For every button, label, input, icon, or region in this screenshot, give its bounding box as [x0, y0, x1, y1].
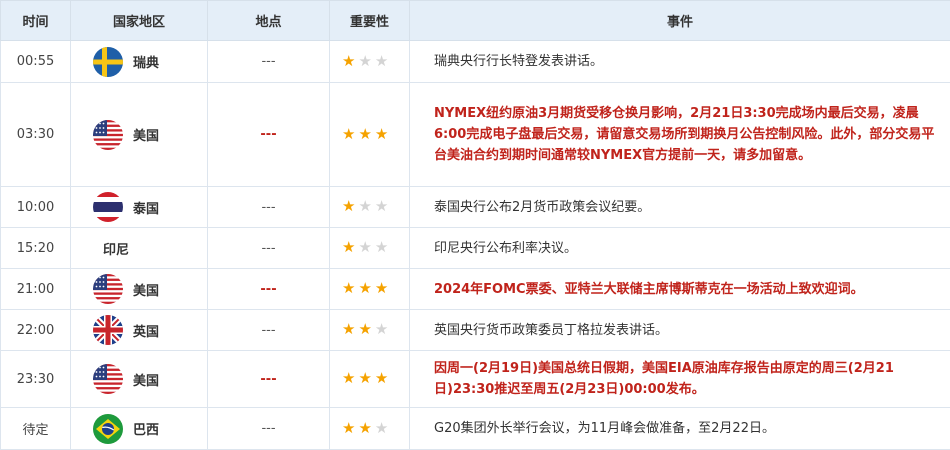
- country-name: 英国: [133, 324, 160, 340]
- event-description: 瑞典央行行长特登发表讲话。: [409, 40, 950, 83]
- country-name: 泰国: [133, 201, 160, 217]
- event-time: 03:30: [0, 82, 71, 187]
- event-location: ---: [207, 268, 330, 310]
- star-filled-icon: ★: [342, 197, 356, 215]
- event-description: G20集团外长举行会议，为11月峰会做准备，至2月22日。: [409, 407, 950, 450]
- event-time: 待定: [0, 407, 71, 450]
- star-filled-icon: ★: [374, 369, 389, 387]
- star-filled-icon: ★: [358, 320, 372, 338]
- event-time: 23:30: [0, 350, 71, 408]
- usa-flag-icon: [93, 119, 123, 150]
- star-empty-icon: ★: [358, 51, 372, 70]
- table-row[interactable]: 22:00 英国 --- ★ ★ ★ 英国央行货币政策委员丁格拉发表讲话。: [0, 309, 950, 351]
- event-location: ---: [207, 350, 330, 408]
- header-importance: 重要性: [329, 0, 410, 41]
- event-time: 21:00: [0, 268, 71, 310]
- sweden-flag-icon: [93, 46, 123, 77]
- uk-flag-icon: [93, 315, 123, 345]
- event-location: ---: [207, 40, 330, 83]
- usa-flag-icon: [93, 274, 123, 304]
- event-location: ---: [207, 227, 330, 269]
- event-location: ---: [207, 309, 330, 351]
- header-event: 事件: [409, 0, 950, 41]
- country-name: 美国: [133, 283, 160, 299]
- importance-rating: ★ ★ ★: [329, 186, 410, 228]
- star-filled-icon: ★: [374, 124, 389, 143]
- importance-rating: ★ ★ ★: [329, 350, 410, 408]
- header-location: 地点: [207, 0, 330, 41]
- star-empty-icon: ★: [374, 51, 389, 70]
- importance-rating: ★ ★ ★: [329, 407, 410, 450]
- event-description: 印尼央行公布利率决议。: [409, 227, 950, 269]
- event-location: ---: [207, 82, 330, 187]
- table-row[interactable]: 03:30 美国 --- ★ ★ ★ NYMEX纽约原油3月期货受移仓换月影响，2月21日3…: [0, 82, 950, 187]
- star-empty-icon: ★: [374, 197, 389, 215]
- importance-rating: ★ ★ ★: [329, 82, 410, 187]
- country-cell: 美国: [70, 268, 208, 310]
- importance-rating: ★ ★ ★: [329, 268, 410, 310]
- star-filled-icon: ★: [358, 124, 372, 143]
- country-name: 印尼: [103, 242, 130, 258]
- star-empty-icon: ★: [374, 320, 389, 338]
- star-filled-icon: ★: [358, 418, 372, 437]
- country-name: 美国: [133, 129, 160, 144]
- star-empty-icon: ★: [374, 238, 389, 256]
- brazil-flag-icon: [93, 413, 123, 444]
- table-row[interactable]: 15:20 印尼 --- ★ ★ ★ 印尼央行公布利率决议。: [0, 227, 950, 269]
- importance-rating: ★ ★ ★: [329, 40, 410, 83]
- event-description: 英国央行货币政策委员丁格拉发表讲话。: [409, 309, 950, 351]
- star-filled-icon: ★: [342, 369, 356, 387]
- star-filled-icon: ★: [342, 320, 356, 338]
- table-row[interactable]: 21:00 美国 --- ★ ★ ★ 2024年FOMC票委、亚特兰大联储主席博斯蒂克在一场…: [0, 268, 950, 310]
- country-name: 巴西: [133, 423, 160, 438]
- country-name: 美国: [133, 373, 160, 389]
- event-calendar-table: 时间 国家地区 地点 重要性 事件 00:55 瑞典 --- ★ ★ ★ 瑞典央行行长特登发…: [0, 0, 950, 450]
- table-row[interactable]: 10:00 泰国 --- ★ ★ ★ 泰国央行公布2月货币政策会议纪要。: [0, 186, 950, 228]
- event-time: 00:55: [0, 40, 71, 83]
- event-location: ---: [207, 407, 330, 450]
- table-row[interactable]: 00:55 瑞典 --- ★ ★ ★ 瑞典央行行长特登发表讲话。: [0, 40, 950, 83]
- star-empty-icon: ★: [358, 238, 372, 256]
- event-description: 因周一(2月19日)美国总统日假期，美国EIA原油库存报告由原定的周三(2月21…: [409, 350, 950, 408]
- event-time: 22:00: [0, 309, 71, 351]
- header-country: 国家地区: [70, 0, 208, 41]
- country-cell: 美国: [70, 82, 208, 187]
- header-time: 时间: [0, 0, 71, 41]
- event-description: NYMEX纽约原油3月期货受移仓换月影响，2月21日3:30完成场内最后交易，凌…: [409, 82, 950, 187]
- event-description: 泰国央行公布2月货币政策会议纪要。: [409, 186, 950, 228]
- star-filled-icon: ★: [342, 418, 356, 437]
- star-empty-icon: ★: [358, 197, 372, 215]
- table-header-row: 时间 国家地区 地点 重要性 事件: [0, 0, 950, 41]
- country-cell: 巴西: [70, 407, 208, 450]
- table-row[interactable]: 23:30 美国 --- ★ ★ ★ 因周一(2月19日)美国总统日假期，美国EIA原油库存…: [0, 350, 950, 408]
- thailand-flag-icon: [93, 192, 123, 222]
- event-description: 2024年FOMC票委、亚特兰大联储主席博斯蒂克在一场活动上致欢迎词。: [409, 268, 950, 310]
- importance-rating: ★ ★ ★: [329, 227, 410, 269]
- event-time: 15:20: [0, 227, 71, 269]
- star-empty-icon: ★: [374, 418, 389, 437]
- country-cell: 泰国: [70, 186, 208, 228]
- event-location: ---: [207, 186, 330, 228]
- country-cell: 美国: [70, 350, 208, 408]
- country-cell: 英国: [70, 309, 208, 351]
- star-filled-icon: ★: [342, 124, 356, 143]
- event-time: 10:00: [0, 186, 71, 228]
- table-row[interactable]: 待定 巴西 --- ★ ★ ★ G20集团外长举行会议，为11月峰会做准备，至2月22日。: [0, 407, 950, 450]
- star-filled-icon: ★: [374, 279, 389, 297]
- star-filled-icon: ★: [358, 369, 372, 387]
- star-filled-icon: ★: [342, 51, 356, 70]
- country-cell: 印尼: [70, 227, 208, 269]
- country-cell: 瑞典: [70, 40, 208, 83]
- star-filled-icon: ★: [342, 238, 356, 256]
- star-filled-icon: ★: [342, 279, 356, 297]
- importance-rating: ★ ★ ★: [329, 309, 410, 351]
- star-filled-icon: ★: [358, 279, 372, 297]
- country-name: 瑞典: [133, 56, 160, 71]
- usa-flag-icon: [93, 364, 123, 394]
